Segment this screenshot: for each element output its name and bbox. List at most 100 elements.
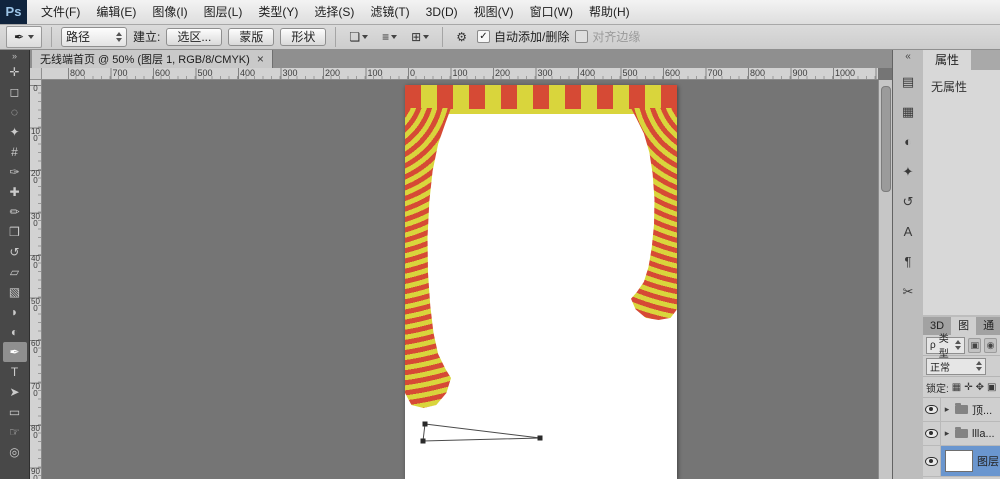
pen-options-gear-button[interactable]: ⚙ [452,28,471,46]
ruler-label: 700 [31,383,40,426]
styles-panel-icon[interactable]: ✦ [897,161,919,182]
eyedropper-tool[interactable]: ✑ [3,162,27,182]
lock-all-icon[interactable]: ▣ [987,382,996,393]
path-alignment-button[interactable]: ≡ [378,28,401,46]
collapsed-panel-strip: « ▤ ▦ ◐ ✦ ↺ A ¶ ✂ [894,52,922,302]
document-tab[interactable]: 无线端首页 @ 50% (图层 1, RGB/8/CMYK) × [32,50,273,68]
color-panel-icon[interactable]: ▤ [897,71,919,92]
lock-paint-icon[interactable]: ✛ [964,382,972,393]
close-icon[interactable]: × [257,53,264,65]
menu-item[interactable]: 滤镜(T) [362,0,417,24]
make-mask-button[interactable]: 蒙版 [228,28,274,46]
auto-add-delete-option[interactable]: ✓ 自动添加/删除 [477,28,569,45]
ruler-label: 600 [153,68,196,78]
tab-layers[interactable]: 图层 [951,317,976,335]
tool-mode-select[interactable]: 路径 [61,27,127,47]
quick-selection-tool[interactable]: ✦ [3,122,27,142]
layer-visibility-cell[interactable] [923,446,941,476]
layer-group-row[interactable]: ▸ 顶... [923,398,1000,422]
menu-item[interactable]: 图层(L) [196,0,251,24]
layer-group-row[interactable]: ▸ llla... [923,422,1000,446]
lock-move-icon[interactable]: ✥ [976,382,984,393]
brush-tool[interactable]: ✏ [3,202,27,222]
group-expander-icon[interactable]: ▸ [943,428,951,439]
clone-stamp-tool[interactable]: ❒ [3,222,27,242]
lock-transparency-icon[interactable]: ▦ [952,382,961,393]
swatches-panel-icon[interactable]: ▦ [897,101,919,122]
scrollbar-thumb[interactable] [881,86,891,192]
history-brush-tool[interactable]: ↺ [3,242,27,262]
path-arrangement-button[interactable]: ⊞ [407,28,433,46]
move-tool[interactable]: ✛ [3,62,27,82]
eye-icon[interactable] [925,457,938,466]
ruler-label: 400 [31,255,40,298]
history-panel-icon[interactable]: ↺ [897,191,919,212]
eraser-tool[interactable]: ▱ [3,262,27,282]
horizontal-ruler[interactable]: 8007006005004003002001000100200300400500… [42,68,878,80]
menu-bar: Ps 文件(F)编辑(E)图像(I)图层(L)类型(Y)选择(S)滤镜(T)3D… [0,0,1000,25]
menu-item[interactable]: 类型(Y) [250,0,306,24]
checkbox-checked-icon[interactable]: ✓ [477,30,490,43]
shape-tool[interactable]: ▭ [3,402,27,422]
ruler-label: 700 [111,68,154,78]
chevron-down-icon [28,35,34,39]
toolbar-collapse-icon[interactable]: » [12,51,17,62]
group-expander-icon[interactable]: ▸ [943,404,951,415]
dodge-tool[interactable]: ◐ [3,322,27,342]
ruler-label: 300 [31,213,40,256]
menu-item[interactable]: 窗口(W) [522,0,581,24]
menu-item[interactable]: 文件(F) [33,0,88,24]
path-selection-tool[interactable]: ➤ [3,382,27,402]
filter-kind-adjustment-icon[interactable]: ◉ [984,338,997,353]
ruler-label: 500 [196,68,239,78]
anchor-point[interactable] [538,436,543,441]
layer-visibility-cell[interactable] [923,422,941,445]
anchor-point[interactable] [421,439,426,444]
paragraph-panel-icon[interactable]: ¶ [897,251,919,272]
menu-item[interactable]: 选择(S) [306,0,362,24]
pen-path-overlay[interactable] [42,80,878,479]
blend-mode-select[interactable]: 正常 [926,358,986,375]
layer-name[interactable]: 顶... [972,402,992,418]
blur-tool[interactable]: ◗ [3,302,27,322]
hand-tool[interactable]: ☞ [3,422,27,442]
layer-name[interactable]: llla... [972,428,995,440]
dock-collapse-icon[interactable]: « [905,52,911,62]
anchor-point[interactable] [423,422,428,427]
layer-filter-select[interactable]: ρ 类型 [926,337,965,354]
canvas-vertical-scrollbar[interactable] [878,80,892,479]
menu-item[interactable]: 3D(D) [418,0,466,24]
eye-icon[interactable] [925,429,938,438]
vertical-ruler[interactable]: 0100200300400500600700800900 [30,80,42,479]
tool-preset-picker[interactable]: ✒ [6,26,42,48]
crop-tool[interactable]: # [3,142,27,162]
tab-properties[interactable]: 属性 [923,50,971,70]
gradient-tool[interactable]: ▧ [3,282,27,302]
layer-thumbnail[interactable] [945,450,973,472]
menu-item[interactable]: 编辑(E) [88,0,144,24]
make-selection-button[interactable]: 选区... [166,28,222,46]
eye-icon[interactable] [925,405,938,414]
adjustments-panel-icon[interactable]: ◐ [897,131,919,152]
zoom-tool[interactable]: ◎ [3,442,27,462]
healing-brush-tool[interactable]: ✚ [3,182,27,202]
tab-channels[interactable]: 通 [976,317,1000,335]
tool-presets-panel-icon[interactable]: ✂ [897,281,919,302]
ruler-label: 500 [621,68,664,78]
layer-name[interactable]: 图层 1 [977,453,1000,469]
path-operations-button[interactable]: ❏ [345,28,372,46]
character-panel-icon[interactable]: A [897,221,919,242]
make-shape-button[interactable]: 形状 [280,28,326,46]
ruler-label: 200 [493,68,536,78]
type-tool[interactable]: T [3,362,27,382]
pen-tool[interactable]: ✒ [3,342,27,362]
menu-item[interactable]: 视图(V) [466,0,522,24]
filter-kind-pixel-icon[interactable]: ▣ [968,338,981,353]
pen-path-segment[interactable] [423,424,540,441]
menu-item[interactable]: 图像(I) [144,0,195,24]
marquee-tool[interactable]: ◻ [3,82,27,102]
menu-item[interactable]: 帮助(H) [581,0,638,24]
layer-visibility-cell[interactable] [923,398,941,421]
layer-row-selected[interactable]: 图层 1 [923,446,1000,477]
lasso-tool[interactable]: ◌ [3,102,27,122]
